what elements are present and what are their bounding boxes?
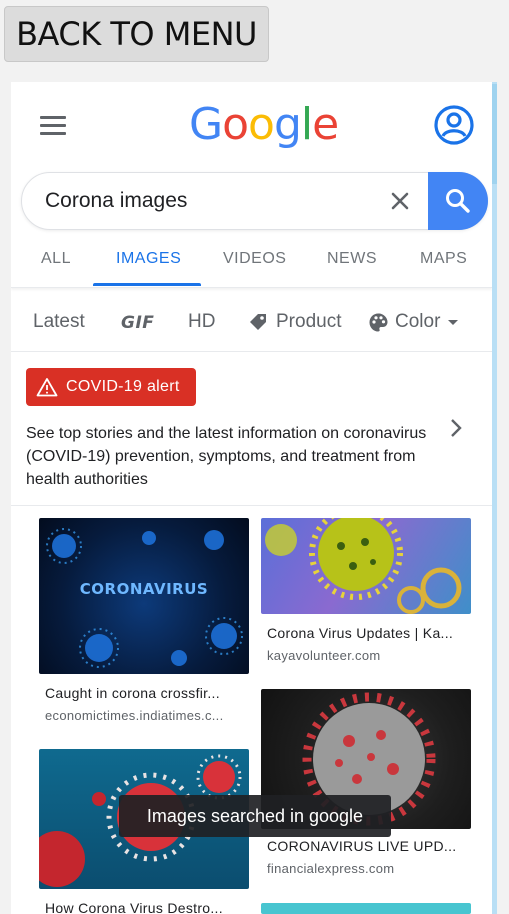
search-tabs: ALL IMAGES VIDEOS NEWS MAPS: [11, 232, 492, 288]
result-image-5[interactable]: [261, 903, 471, 914]
logo-letter-6: e: [312, 99, 339, 150]
logo-letter-5: l: [300, 99, 313, 150]
clear-icon[interactable]: [390, 191, 410, 211]
google-results-page: Google Corona images ALL IMAGES VIDEOS N…: [11, 82, 492, 914]
tab-maps[interactable]: MAPS: [420, 250, 467, 268]
logo-letter-3: o: [248, 99, 275, 150]
logo-letter-4: g: [273, 99, 302, 150]
scrollbar-track[interactable]: [492, 82, 497, 914]
result-image-2[interactable]: [261, 518, 471, 614]
filter-bar: Latest GIF HD Product Color: [11, 292, 492, 352]
result-title-2[interactable]: Corona Virus Updates | Ka...: [267, 625, 453, 641]
logo-letter-1: G: [189, 99, 223, 150]
google-logo: Google: [189, 99, 339, 150]
filter-product[interactable]: Product: [248, 311, 341, 333]
tab-images[interactable]: IMAGES: [116, 250, 181, 268]
tag-icon: [250, 314, 266, 330]
palette-icon: [369, 313, 388, 331]
account-icon[interactable]: [433, 104, 475, 146]
filter-color-label: Color: [395, 311, 441, 332]
search-button[interactable]: [428, 172, 488, 230]
back-to-menu-button[interactable]: BACK TO MENU: [4, 6, 269, 62]
tab-all[interactable]: ALL: [41, 250, 71, 268]
result-source-1: economictimes.indiatimes.c...: [45, 708, 224, 723]
active-tab-indicator: [93, 283, 201, 286]
scrollbar-thumb[interactable]: [492, 84, 497, 184]
divider: [11, 505, 492, 506]
result-image-1[interactable]: CORONAVIRUS: [39, 518, 249, 674]
covid-alert-label: COVID-19 alert: [66, 378, 180, 395]
filter-hd[interactable]: HD: [188, 311, 215, 333]
search-bar[interactable]: Corona images: [21, 172, 488, 230]
tab-videos[interactable]: VIDEOS: [223, 250, 286, 268]
tab-news[interactable]: NEWS: [327, 250, 377, 268]
filter-gif[interactable]: GIF: [121, 313, 154, 333]
filter-latest[interactable]: Latest: [33, 311, 85, 333]
result-source-4: financialexpress.com: [267, 861, 395, 876]
covid-alert-description[interactable]: See top stories and the latest informati…: [26, 422, 436, 491]
toast-message: Images searched in google: [119, 795, 391, 837]
virus-illustration-2: [265, 518, 462, 614]
search-icon: [446, 189, 470, 213]
logo-letter-2: o: [222, 99, 249, 150]
filter-product-label: Product: [276, 311, 342, 332]
result-image-1-text: CORONAVIRUS: [79, 580, 209, 598]
warning-icon: [36, 378, 58, 397]
result-title-3[interactable]: How Corona Virus Destro...: [45, 900, 223, 914]
chevron-right-icon[interactable]: [448, 418, 464, 438]
result-title-4[interactable]: CORONAVIRUS LIVE UPD...: [267, 838, 456, 854]
result-source-2: kayavolunteer.com: [267, 648, 381, 663]
filter-color[interactable]: Color: [368, 311, 460, 333]
menu-icon[interactable]: [40, 116, 66, 136]
search-input[interactable]: Corona images: [45, 189, 187, 213]
covid-alert-badge[interactable]: COVID-19 alert: [26, 368, 196, 406]
result-title-1[interactable]: Caught in corona crossfir...: [45, 685, 220, 701]
dropdown-arrow-icon: [448, 320, 459, 325]
